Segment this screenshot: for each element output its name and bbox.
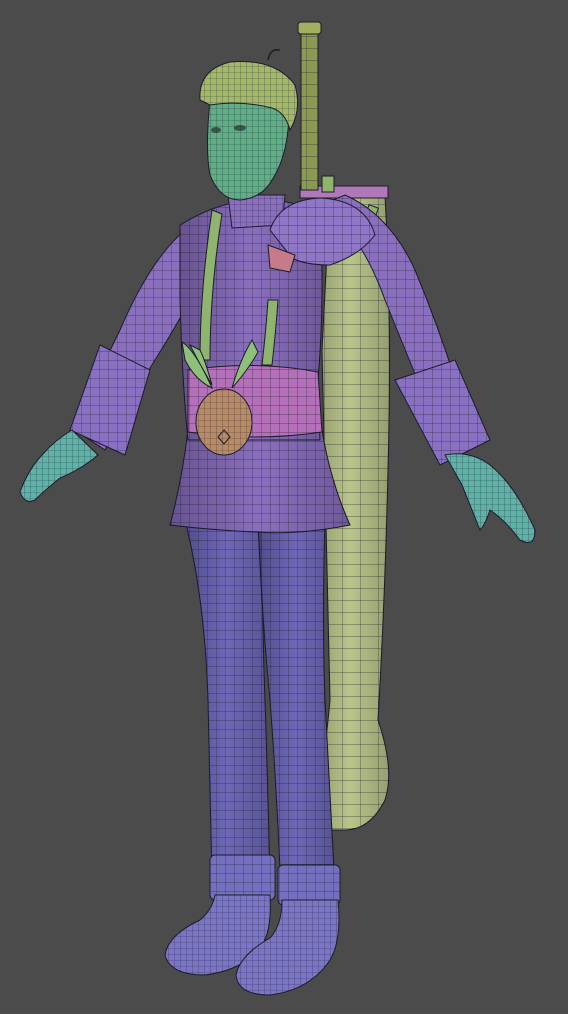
tunic-skirt [169, 429, 351, 534]
legs [184, 519, 341, 906]
boots [164, 894, 340, 996]
model-render [19, 21, 536, 996]
3d-viewport[interactable] [0, 0, 568, 1014]
